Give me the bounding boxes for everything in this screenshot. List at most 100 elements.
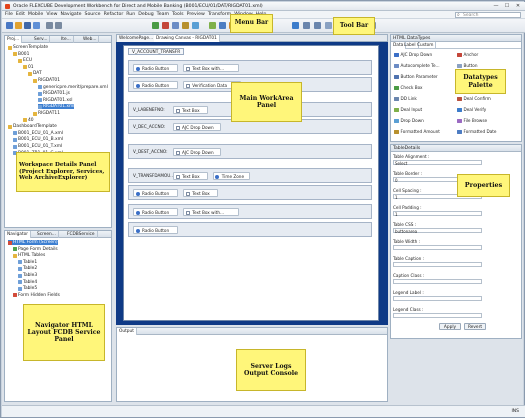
property-input[interactable] [393,296,482,301]
text-box-widget[interactable]: Text Box with... [183,208,239,216]
text-box-widget[interactable]: Text Box with... [183,64,239,72]
property-input[interactable] [393,245,482,250]
tab-custom[interactable]: Custom [415,42,437,49]
tree-item[interactable]: ECU [18,58,32,63]
maximize-button[interactable]: ☐ [503,3,511,9]
menu-source[interactable]: Source [84,12,100,17]
tree-item[interactable]: ScreenTemplate [8,45,48,50]
align-icon[interactable] [325,22,332,29]
tree-item[interactable]: Form Hidden Fields [13,293,60,298]
tab-screen[interactable]: Screen... [35,231,59,238]
palette-item[interactable]: AJC Drop Down [394,52,432,57]
layout-icon[interactable] [219,22,226,29]
tab-projects[interactable]: Proj... [5,36,23,43]
grid-icon[interactable] [292,22,299,29]
tree-item[interactable]: RIGDAT11 [33,111,60,116]
apply-button[interactable]: Apply [439,323,461,330]
canvas-row[interactable]: Radio Button Text Box with... [128,60,372,75]
tab-welcome-page[interactable]: WelcomePage... [117,35,157,42]
tab-items[interactable]: Ite... [59,36,74,43]
palette-item[interactable]: Button [457,63,478,68]
radio-button-widget[interactable]: Radio Button [133,81,179,89]
tree-item[interactable]: Table2 [18,266,37,271]
tree-item[interactable]: Page Form Details [13,247,58,252]
menu-mobile[interactable]: Mobile [28,12,43,17]
tree-item[interactable]: B001_ECU_01_T.xml [13,144,62,149]
tree-item[interactable]: B001_ECU_01_B.xml [13,137,63,142]
tree-item[interactable]: Table3 [18,273,37,278]
property-input[interactable] [393,262,482,267]
palette-item[interactable]: Autocomplete Te... [394,63,440,68]
menu-transform[interactable]: Transform [208,12,231,17]
menu-edit[interactable]: Edit [16,12,25,17]
property-input[interactable] [393,279,482,284]
palette-item[interactable]: Deal Verify [457,107,486,112]
palette-item[interactable]: File Browse [457,118,487,123]
tab-navigator[interactable]: Navigator [5,231,32,238]
tab-fcdb-service[interactable]: FCDBService [65,231,98,238]
tree-item[interactable]: B001_ECU_01_A.xml [13,131,63,136]
save-icon[interactable] [24,22,31,29]
tab-drawing-canvas[interactable]: Drawing Canvas - RIGDAT01 [154,35,220,42]
tree-item[interactable]: Table5 [18,286,37,291]
menu-file[interactable]: File [5,12,13,17]
property-input[interactable]: 1 [393,211,482,217]
tree-item[interactable]: genericpre.merit/prepare.xml [38,85,108,90]
menu-view[interactable]: View [46,12,57,17]
menu-tools[interactable]: Tools [172,12,184,17]
preview-icon[interactable] [172,22,179,29]
canvas-row[interactable]: V_TRANSFDAMOU... Text Box Time Zone [128,168,372,183]
palette-item[interactable]: Check Box [394,85,423,90]
text-box-widget[interactable]: Text Box [173,106,208,114]
radio-button-widget[interactable]: Radio Button [133,208,179,216]
minimize-button[interactable]: — [492,3,500,9]
transform-icon[interactable] [182,22,189,29]
tree-item[interactable]: RIGDAT01.xml [38,104,75,110]
property-input[interactable]: buttonarea [393,228,482,234]
text-box-widget[interactable]: AJC Drop Down [173,148,221,156]
radio-button-widget[interactable]: Radio Button [133,64,179,72]
tree-item[interactable]: DashboardTemplate [8,124,57,129]
tree-item[interactable]: 40 [23,118,34,123]
tree-item[interactable]: HTML Tables [13,253,45,258]
new-file-icon[interactable] [6,22,13,29]
text-box-widget[interactable]: Text Box [173,172,208,180]
menu-debug[interactable]: Debug [138,12,153,17]
tab-services[interactable]: Serv... [32,36,51,43]
radio-button-widget[interactable]: Radio Button [133,226,179,234]
radio-button-widget[interactable]: Time Zone [212,172,251,180]
undo-icon[interactable] [46,22,53,29]
tree-item[interactable]: RIGDAT01 [33,78,60,83]
build-icon[interactable] [209,22,216,29]
palette-item[interactable]: Formatted Amount [394,129,440,134]
palette-item[interactable]: DD Link [394,96,417,101]
menu-refactor[interactable]: Refactor [104,12,124,17]
redo-icon[interactable] [55,22,62,29]
tab-web-archive[interactable]: Web... [81,36,100,43]
palette-item[interactable]: Drop Down [394,118,424,123]
menu-preview[interactable]: Preview [187,12,205,17]
run-icon[interactable] [152,22,159,29]
open-folder-icon[interactable] [15,22,22,29]
palette-item[interactable]: Button Parameter [394,74,438,79]
palette-item[interactable]: Formatted Date [457,129,496,134]
save-all-icon[interactable] [33,22,40,29]
palette-item[interactable]: Deal Input [394,107,422,112]
tree-item[interactable]: Table1 [18,260,37,265]
tree-item[interactable]: Table4 [18,280,37,285]
revert-button[interactable]: Revert [464,323,486,330]
menu-run[interactable]: Run [126,12,135,17]
canvas-row[interactable]: Radio Button Text Box [128,185,372,200]
radio-button-widget[interactable]: Radio Button [133,189,179,197]
tree-item[interactable]: DAT [28,71,42,76]
tree-item[interactable]: RIGDAT01.js [38,91,70,96]
tree-item[interactable]: HTML Form (Screen) [8,240,58,245]
canvas-row[interactable]: Radio Button [128,222,372,237]
search-input[interactable]: ⌕ Search [455,11,521,18]
property-input[interactable] [393,313,482,318]
deploy-icon[interactable] [192,22,199,29]
debug-icon[interactable] [162,22,169,29]
tree-item[interactable]: RIGDAT01.xsl [38,98,72,103]
tab-output[interactable]: Output [117,328,137,335]
tree-item[interactable]: 01 [23,65,34,70]
